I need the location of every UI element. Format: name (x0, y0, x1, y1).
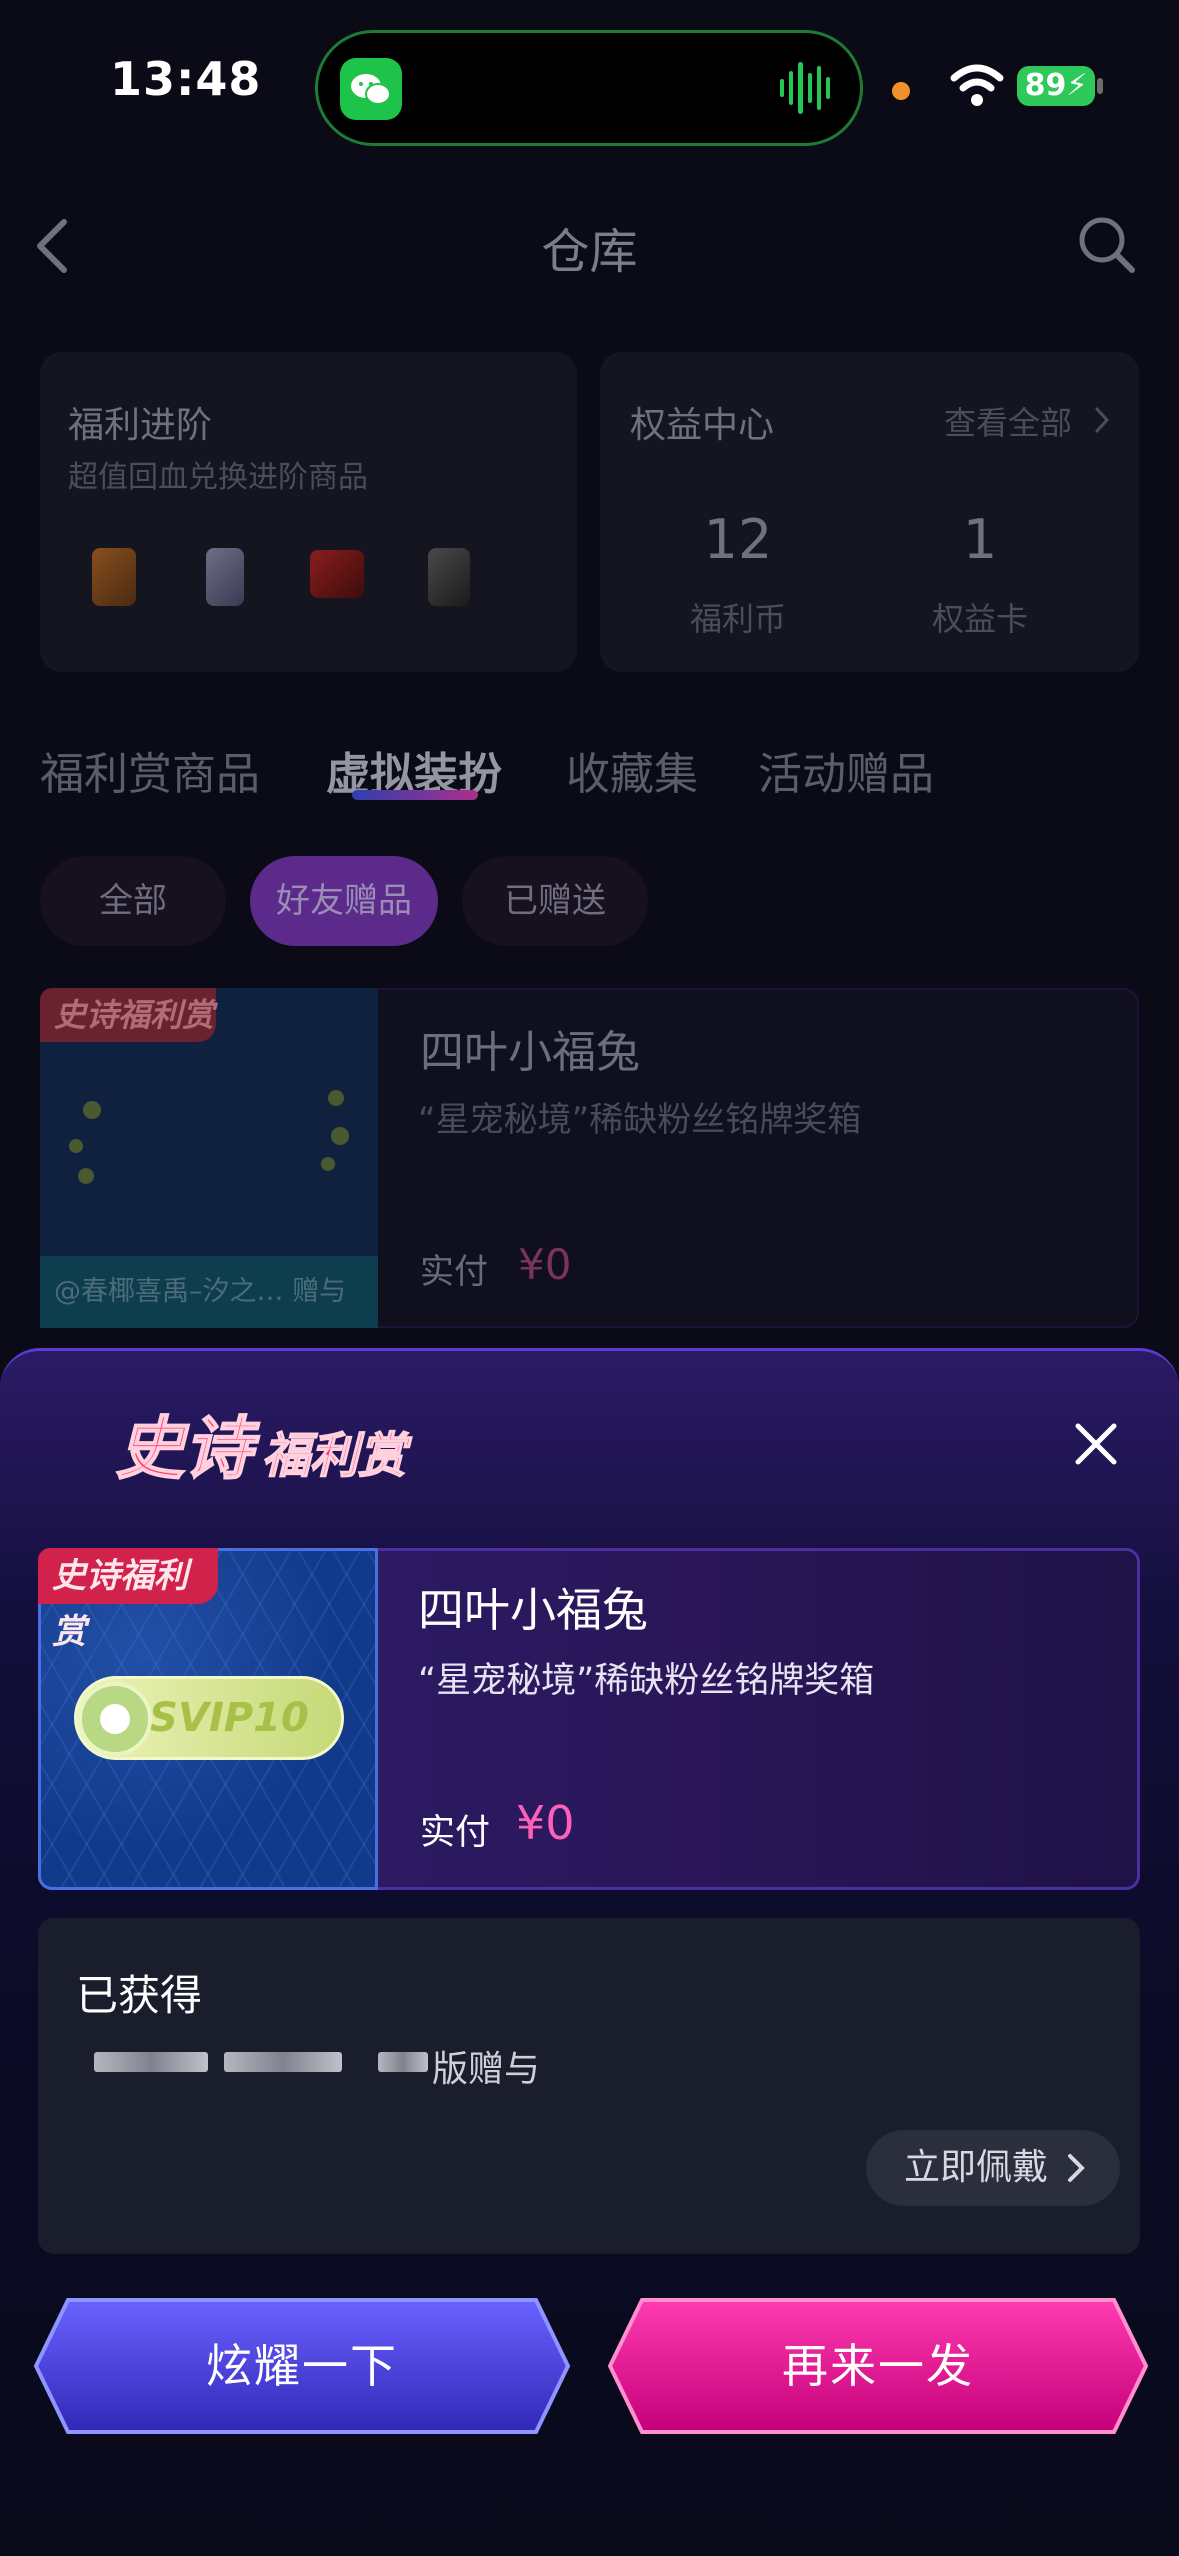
privacy-indicator-dot (892, 82, 910, 100)
rights-card-count: 1 (962, 508, 998, 571)
giver-text: 版赠与 (432, 2049, 541, 2090)
chevron-right-icon[interactable] (1092, 404, 1112, 440)
chevron-right-icon (1062, 2148, 1090, 2188)
reward-item-name: 四叶小福兔 (418, 1583, 648, 1637)
gift-caption: @春椰喜禹–汐之… 赠与 (40, 1256, 378, 1328)
show-off-button[interactable]: 炫耀一下 (32, 2296, 572, 2436)
obtained-title: 已获得 (76, 1971, 203, 2020)
welfare-card-title: 福利进阶 (68, 405, 213, 446)
tab-collections[interactable]: 收藏集 (566, 738, 698, 802)
status-time: 13:48 (110, 52, 262, 106)
bunny-icon (78, 1682, 152, 1756)
filter-sent[interactable]: 已赠送 (462, 856, 648, 946)
product-thumb-phone-red (310, 550, 364, 598)
show-off-label: 炫耀一下 (206, 2339, 398, 2393)
welfare-coin-count: 12 (703, 508, 773, 571)
tab-welfare-goods[interactable]: 福利赏商品 (40, 738, 260, 802)
paid-label: 实付 (420, 1252, 488, 1292)
wechat-icon[interactable] (340, 58, 402, 120)
rights-card-label: 权益卡 (931, 600, 1028, 638)
audio-wave-icon (780, 60, 831, 116)
filter-all[interactable]: 全部 (40, 856, 226, 946)
paid-label: 实付 (420, 1813, 491, 1853)
redacted-text (224, 2052, 342, 2072)
welfare-card-subtitle: 超值回血兑换进阶商品 (68, 460, 368, 495)
item-name: 四叶小福兔 (420, 1027, 640, 1078)
battery-icon: 89⚡ (1017, 66, 1095, 106)
reward-item-description: “星宠秘境”稀缺粉丝铭牌奖箱 (418, 1661, 875, 1701)
redacted-text (94, 2052, 208, 2072)
page-title: 仓库 (541, 224, 638, 280)
item-description: “星宠秘境”稀缺粉丝铭牌奖箱 (418, 1100, 862, 1140)
reward-item-price: ¥0 (516, 1796, 575, 1850)
search-icon[interactable] (1072, 210, 1142, 280)
close-icon[interactable] (1068, 1416, 1124, 1472)
tab-event-gifts[interactable]: 活动赠品 (758, 738, 934, 802)
battery-level: 89 (1024, 68, 1067, 103)
epic-welfare-logo: 史诗 福利赏 (112, 1396, 432, 1496)
epic-badge: 史诗福利赏 (40, 988, 216, 1042)
welfare-coin-label: 福利币 (689, 600, 786, 638)
redacted-text (378, 2052, 428, 2072)
draw-again-label: 再来一发 (782, 2339, 974, 2393)
view-all-link[interactable]: 查看全部 (944, 398, 1072, 444)
filter-friend-gifts[interactable]: 好友赠品 (250, 856, 438, 946)
wifi-icon (950, 62, 1004, 108)
battery-cap (1097, 78, 1103, 94)
active-tab-indicator (352, 790, 478, 800)
svg-text:福利赏: 福利赏 (262, 1428, 412, 1484)
draw-again-button[interactable]: 再来一发 (606, 2296, 1150, 2436)
item-price: ¥0 (518, 1240, 572, 1289)
product-thumb-phone-black (428, 548, 470, 606)
svg-text:史诗: 史诗 (116, 1410, 260, 1489)
product-thumb-phone-silver (206, 548, 244, 606)
rights-card-title: 权益中心 (630, 405, 775, 446)
epic-badge: 史诗福利赏 (38, 1548, 218, 1652)
product-thumb-phone-orange (92, 548, 136, 606)
